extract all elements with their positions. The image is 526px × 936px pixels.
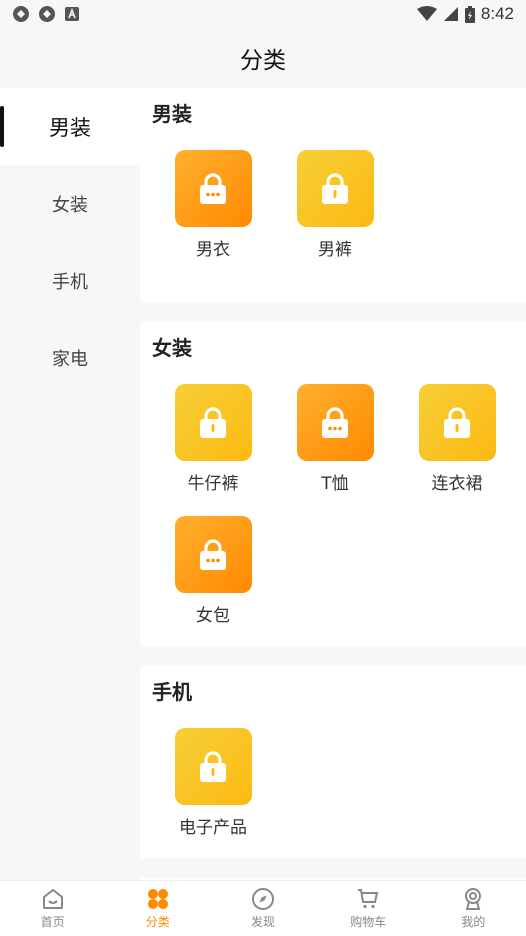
lock-dots-icon	[200, 172, 226, 204]
section-title: 手机	[152, 680, 192, 704]
section-menswear: 男装 男衣 男裤	[140, 88, 526, 302]
status-icons-left	[12, 5, 80, 23]
cart-icon	[358, 889, 379, 909]
category-label: 牛仔裤	[187, 474, 239, 494]
lock-dots-icon	[322, 406, 348, 438]
tab-discover[interactable]: 发现	[210, 881, 315, 936]
lock-icon	[200, 750, 226, 782]
sidebar-item-label: 家电	[52, 348, 88, 370]
status-bar: 8:42	[0, 0, 526, 28]
lock-dots-icon	[200, 538, 226, 570]
profile-icon	[465, 888, 482, 910]
tab-label: 发现	[251, 915, 276, 929]
category-tile	[296, 150, 374, 227]
category-tile	[174, 728, 252, 805]
tab-category[interactable]: 分类	[105, 881, 210, 936]
section-title: 女装	[152, 336, 192, 360]
home-icon	[42, 888, 63, 909]
sidebar-item-menswear[interactable]: 男装	[0, 88, 140, 165]
battery-icon	[464, 5, 475, 23]
title-bar: 分类	[0, 28, 526, 88]
category-grid: 牛仔裤 T恤 连衣裙 女包	[152, 384, 526, 626]
category-tile	[418, 384, 496, 461]
category-sidebar: 男装 女装 手机 家电	[0, 88, 140, 880]
section-title: 男装	[152, 102, 192, 126]
category-item-mens-pants[interactable]: 男裤	[274, 150, 396, 282]
sync-icon	[39, 6, 55, 22]
sync-icon	[13, 6, 29, 22]
signal-icon	[443, 7, 458, 21]
lock-icon	[444, 406, 470, 438]
category-item-tshirt[interactable]: T恤	[274, 384, 396, 494]
category-tile	[174, 384, 252, 461]
tab-label: 购物车	[350, 915, 387, 929]
category-item-mens-tops[interactable]: 男衣	[152, 150, 274, 260]
sidebar-item-womenswear[interactable]: 女装	[0, 165, 140, 242]
category-label: 女包	[196, 606, 230, 626]
bottom-tab-bar: 首页 分类 发现 购物车 我的	[0, 880, 526, 936]
lock-icon	[322, 172, 348, 204]
tab-profile[interactable]: 我的	[421, 881, 526, 936]
lock-icon	[200, 406, 226, 438]
category-label: 电子产品	[179, 818, 247, 838]
status-icons-right: 8:42	[416, 4, 514, 24]
category-content[interactable]: 男装 男衣 男裤 女装 牛仔裤 T恤 连衣裙 女包 手机 电子产品	[140, 88, 526, 880]
tab-home[interactable]: 首页	[0, 881, 105, 936]
category-item-electronics[interactable]: 电子产品	[152, 728, 274, 838]
sidebar-item-label: 手机	[52, 271, 88, 293]
tab-label: 分类	[145, 915, 170, 929]
category-label: T恤	[321, 474, 349, 494]
category-grid: 电子产品	[152, 728, 526, 838]
sidebar-item-appliances[interactable]: 家电	[0, 319, 140, 396]
category-label: 男衣	[196, 240, 230, 260]
status-time: 8:42	[480, 4, 514, 23]
sidebar-item-label: 男装	[49, 115, 91, 140]
sidebar-item-phones[interactable]: 手机	[0, 242, 140, 319]
notification-a-icon	[65, 7, 79, 21]
category-grid: 男衣 男裤	[152, 150, 526, 282]
category-tile	[174, 516, 252, 593]
wifi-icon	[416, 6, 437, 21]
category-tile	[296, 384, 374, 461]
category-item-jeans[interactable]: 牛仔裤	[152, 384, 274, 494]
tab-label: 我的	[461, 915, 486, 929]
tab-label: 首页	[40, 915, 65, 929]
sidebar-item-label: 女装	[52, 194, 88, 216]
tab-cart[interactable]: 购物车	[316, 881, 421, 936]
page-title: 分类	[240, 48, 286, 74]
category-icon	[147, 889, 168, 909]
category-tile	[174, 150, 252, 227]
section-womenswear: 女装 牛仔裤 T恤 连衣裙 女包	[140, 322, 526, 646]
compass-icon	[252, 888, 274, 910]
category-label: 连衣裙	[431, 474, 483, 494]
section-phones: 手机 电子产品	[140, 666, 526, 858]
category-item-handbag[interactable]: 女包	[152, 516, 274, 626]
category-item-dress[interactable]: 连衣裙	[396, 384, 518, 494]
category-label: 男裤	[318, 240, 352, 260]
